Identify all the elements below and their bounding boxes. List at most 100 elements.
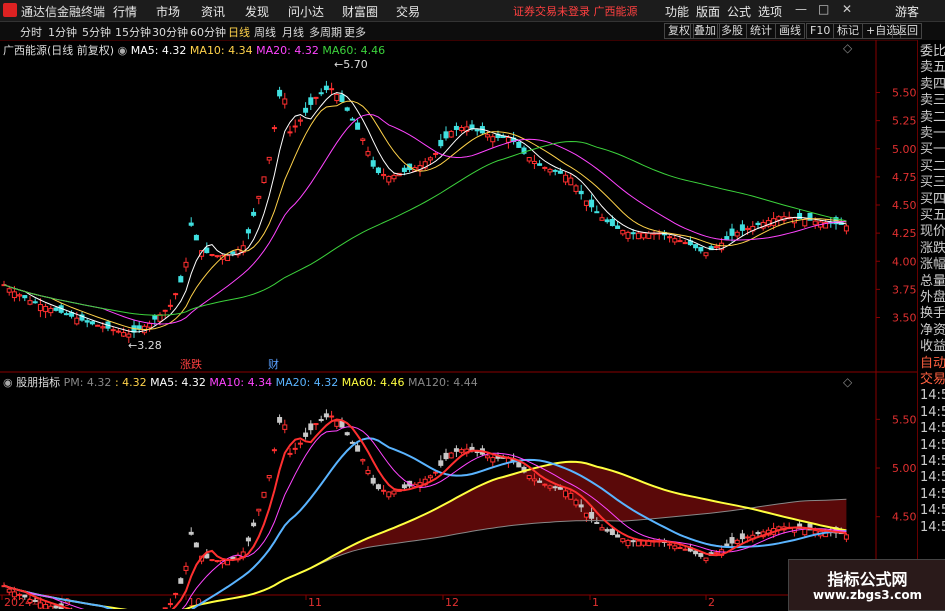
period-15min[interactable]: 15分钟 <box>115 24 151 40</box>
close-icon[interactable]: ✕ <box>842 2 852 16</box>
candle-body <box>713 552 719 555</box>
candle-body <box>516 141 522 148</box>
sidebar-item[interactable]: 委比 <box>920 44 945 60</box>
ma20-line <box>3 113 847 325</box>
sidebar-item[interactable]: 买五 <box>920 208 945 224</box>
period-more[interactable]: 更多 <box>344 24 366 40</box>
candle-body <box>625 539 631 547</box>
period-5min[interactable]: 5分钟 <box>82 24 111 40</box>
sidebar-item[interactable]: 14:56 <box>920 454 945 470</box>
sidebar-item[interactable]: 卖四 <box>920 77 945 93</box>
sidebar-item[interactable]: 卖一 <box>920 126 945 142</box>
btn-duogu[interactable]: 多股 <box>717 23 747 39</box>
menu-hangqing[interactable]: 行情 <box>113 3 137 20</box>
event-marker: 财 <box>268 357 279 371</box>
sidebar-item[interactable]: 涨跌 <box>920 241 945 257</box>
maximize-icon[interactable]: □ <box>818 2 829 16</box>
sidebar-item[interactable]: 交易 <box>920 372 945 388</box>
candle-body <box>32 599 38 602</box>
period-multi[interactable]: 多周期 <box>309 24 342 40</box>
period-fenshi[interactable]: 分时 <box>20 24 42 40</box>
candle-body <box>297 442 303 445</box>
btn-f10[interactable]: F10 <box>806 23 835 39</box>
sidebar-item[interactable]: 14:56 <box>920 405 945 421</box>
candle-body <box>339 420 345 428</box>
candle-body <box>339 94 345 102</box>
btn-tongji[interactable]: 统计 <box>746 23 776 39</box>
btn-diejia[interactable]: 叠加 <box>690 23 720 39</box>
period-30min[interactable]: 30分钟 <box>152 24 188 40</box>
period-daily[interactable]: 日线 <box>228 24 250 40</box>
sidebar-item[interactable]: 买三 <box>920 175 945 191</box>
sidebar-item[interactable]: 14:56 <box>920 438 945 454</box>
candle-body <box>256 508 262 512</box>
app-title: 通达信金融终端 <box>21 5 106 19</box>
candle-body <box>599 527 605 531</box>
period-monthly[interactable]: 月线 <box>282 24 304 40</box>
menu-gongshi[interactable]: 公式 <box>727 3 751 20</box>
candle-body <box>542 483 548 486</box>
menu-zixun[interactable]: 资讯 <box>201 3 225 20</box>
btn-fanhui[interactable]: 返回 <box>892 23 922 39</box>
sidebar-item[interactable]: 14:56 <box>920 421 945 437</box>
sidebar-item[interactable]: 外盘 <box>920 290 945 306</box>
sidebar-item[interactable]: 换手 <box>920 306 945 322</box>
menu-xuanxiang[interactable]: 选项 <box>758 3 782 20</box>
period-60min[interactable]: 60分钟 <box>190 24 226 40</box>
candle-body <box>329 415 335 418</box>
menu-shichang[interactable]: 市场 <box>156 3 180 20</box>
sidebar-item[interactable]: 买二 <box>920 159 945 175</box>
sidebar-item[interactable]: 总量 <box>920 274 945 290</box>
candle-body <box>563 490 569 498</box>
candle-body <box>147 322 153 328</box>
sidebar-item[interactable]: 14:56 <box>920 520 945 536</box>
guest-label[interactable]: 游客 <box>895 3 919 20</box>
candle-body <box>537 480 543 483</box>
sidebar-item[interactable]: 14:56 <box>920 388 945 404</box>
menu-gongneng[interactable]: 功能 <box>665 3 689 20</box>
candle-body <box>381 173 387 177</box>
candle-body <box>448 130 454 138</box>
candle-body <box>635 540 641 547</box>
minimize-icon[interactable]: — <box>795 2 807 16</box>
sidebar-item[interactable]: 买一 <box>920 142 945 158</box>
sidebar-item[interactable]: 现价 <box>920 224 945 240</box>
candle-body <box>27 598 33 604</box>
candle-body <box>173 293 179 296</box>
menu-banmian[interactable]: 版面 <box>696 3 720 20</box>
candle-body <box>245 229 251 234</box>
period-weekly[interactable]: 周线 <box>254 24 276 40</box>
sidebar-item[interactable]: 买四 <box>920 192 945 208</box>
login-warning[interactable]: 证券交易未登录 广西能源 <box>513 3 638 19</box>
candle-body <box>724 236 730 240</box>
candle-body <box>438 139 444 147</box>
menu-wenxiaoda[interactable]: 问小达 <box>288 3 324 20</box>
sidebar-item[interactable]: 卖二 <box>920 110 945 126</box>
period-1min[interactable]: 1分钟 <box>48 24 77 40</box>
candle-body <box>53 605 59 609</box>
candle-body <box>22 594 28 598</box>
candle-body <box>739 533 745 540</box>
candle-body <box>734 539 740 545</box>
candle-body <box>37 602 43 609</box>
sidebar-item[interactable]: 14:56 <box>920 487 945 503</box>
sidebar-item[interactable]: 卖三 <box>920 93 945 109</box>
kline-chart[interactable]: 5.50 5.25 5.00 4.75 4.50 4.25 4.00 3.75 3.50 5.5… <box>0 40 917 609</box>
sidebar-item[interactable]: 自动 <box>920 356 945 372</box>
menu-caifuquan[interactable]: 财富圈 <box>342 3 378 20</box>
candle-body <box>427 157 433 161</box>
sidebar-item[interactable]: 14:56 <box>920 470 945 486</box>
sidebar-item[interactable]: 净资 <box>920 323 945 339</box>
menu-jiaoyi[interactable]: 交易 <box>396 3 420 20</box>
candle-body <box>323 85 329 91</box>
btn-huaxian[interactable]: 画线 <box>775 23 805 39</box>
btn-biaoji[interactable]: 标记 <box>833 23 863 39</box>
sidebar-item[interactable]: 涨幅 <box>920 257 945 273</box>
diamond-icon: ◇ <box>843 375 853 389</box>
y-tick-label: 4.25 <box>892 227 917 240</box>
sidebar-item[interactable]: 收益 <box>920 339 945 355</box>
sidebar-item[interactable]: 卖五 <box>920 60 945 76</box>
sidebar-item[interactable]: 14:56 <box>920 503 945 519</box>
menu-faxian[interactable]: 发现 <box>245 3 269 20</box>
candle-body <box>698 246 704 252</box>
